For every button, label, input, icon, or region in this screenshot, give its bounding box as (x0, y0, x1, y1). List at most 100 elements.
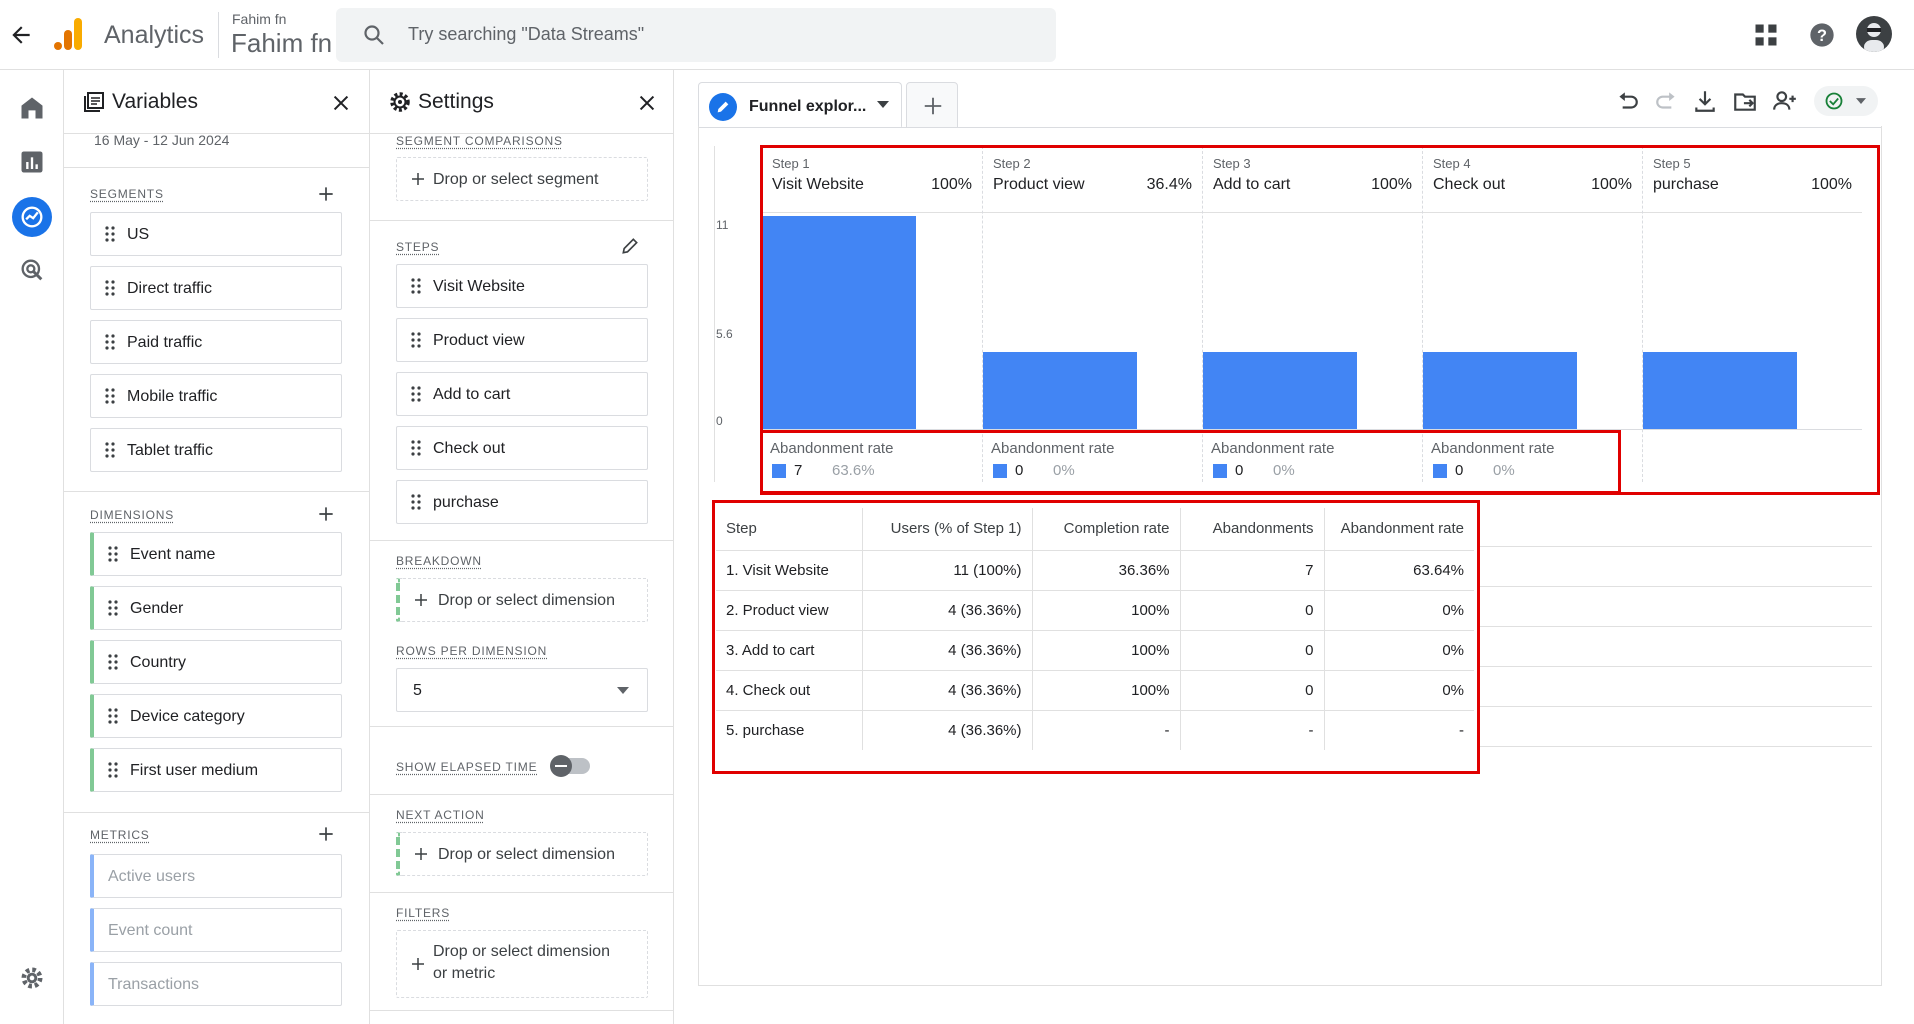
drag-handle-icon[interactable] (108, 708, 118, 724)
drag-handle-icon[interactable] (105, 388, 115, 404)
dimension-chip-label: Country (130, 654, 187, 671)
step-chip[interactable]: Product view (396, 318, 648, 362)
divider (64, 491, 369, 492)
drop-breakdown-dimension[interactable]: Drop or select dimension (396, 578, 648, 622)
segment-chip[interactable]: Direct traffic (90, 266, 342, 310)
drag-handle-icon[interactable] (108, 762, 118, 778)
add-dimension-plus-icon[interactable] (316, 504, 336, 524)
add-metric-plus-icon[interactable] (316, 824, 336, 844)
account-name-small[interactable]: Fahim fn (232, 11, 286, 27)
edit-steps-pencil-icon[interactable] (620, 236, 640, 256)
y-tick-label: 5.6 (716, 327, 733, 341)
rows-per-dimension-select[interactable]: 5 (396, 668, 648, 712)
drag-handle-icon[interactable] (105, 442, 115, 458)
drag-handle-icon[interactable] (108, 600, 118, 616)
tab-funnel-exploration[interactable]: Funnel explor... (698, 82, 902, 128)
show-elapsed-time-label: SHOW ELAPSED TIME (396, 760, 538, 774)
dimension-chip[interactable]: Event name (90, 532, 342, 576)
elapsed-time-toggle[interactable] (550, 755, 590, 777)
segment-chip[interactable]: Mobile traffic (90, 374, 342, 418)
rows-per-dimension-label: ROWS PER DIMENSION (396, 644, 548, 658)
metric-chip-label: Transactions (108, 976, 199, 993)
row-divider (1478, 666, 1872, 667)
step-chip-label: purchase (433, 494, 499, 511)
step-chip-label: Add to cart (433, 386, 511, 403)
drop-filter-target[interactable]: Drop or select dimension or metric (396, 930, 648, 998)
add-tab-button[interactable] (906, 82, 958, 128)
metric-chip[interactable]: Active users (90, 854, 342, 898)
step-chip[interactable]: Check out (396, 426, 648, 470)
add-segment-plus-icon[interactable] (316, 184, 336, 204)
step-chip[interactable]: Add to cart (396, 372, 648, 416)
drag-handle-icon[interactable] (411, 278, 421, 294)
drag-handle-icon[interactable] (105, 226, 115, 242)
y-axis-line (714, 146, 715, 482)
search-icon (364, 25, 384, 45)
next-action-label: NEXT ACTION (396, 808, 485, 822)
settings-panel: Settings SEGMENT COMPARISONS Drop or sel… (370, 70, 674, 1024)
back-arrow-icon[interactable] (8, 22, 34, 48)
share-add-user-icon[interactable] (1772, 88, 1798, 114)
step-chip[interactable]: Visit Website (396, 264, 648, 308)
date-range[interactable]: 16 May - 12 Jun 2024 (94, 132, 229, 148)
explore-nav-active[interactable] (12, 197, 52, 237)
help-icon[interactable]: ? (1808, 21, 1836, 49)
advertising-icon[interactable] (18, 256, 46, 284)
app-name: Analytics (104, 21, 205, 49)
metrics-label: METRICS (90, 828, 150, 842)
search-input[interactable]: Try searching "Data Streams" (336, 8, 1056, 62)
drag-handle-icon[interactable] (411, 332, 421, 348)
drag-handle-icon[interactable] (411, 386, 421, 402)
home-icon[interactable] (18, 94, 46, 122)
row-divider (1478, 546, 1872, 547)
metric-chip-label: Event count (108, 922, 193, 939)
status-check-button[interactable] (1814, 86, 1878, 116)
tab-label: Funnel explor... (749, 98, 867, 115)
drag-handle-icon[interactable] (105, 334, 115, 350)
divider (370, 220, 673, 221)
top-bar: Analytics Fahim fn Fahim fn Try searchin… (0, 0, 1914, 70)
reports-icon[interactable] (18, 148, 46, 176)
segment-chip[interactable]: Paid traffic (90, 320, 342, 364)
tab-dropdown-icon[interactable] (877, 101, 889, 109)
close-icon[interactable] (636, 92, 658, 114)
export-folder-icon[interactable] (1732, 88, 1758, 114)
edit-tab-button[interactable] (709, 93, 737, 121)
divider (370, 1010, 673, 1011)
dimension-chip[interactable]: Device category (90, 694, 342, 738)
drag-handle-icon[interactable] (105, 280, 115, 296)
drag-handle-icon[interactable] (411, 494, 421, 510)
divider (64, 812, 369, 813)
undo-icon[interactable] (1614, 88, 1640, 114)
dimension-chip-label: First user medium (130, 762, 259, 779)
download-icon[interactable] (1692, 88, 1718, 114)
divider (64, 167, 369, 168)
divider (370, 540, 673, 541)
drag-handle-icon[interactable] (108, 654, 118, 670)
metric-chip[interactable]: Transactions (90, 962, 342, 1006)
drag-handle-icon[interactable] (108, 546, 118, 562)
admin-gear-icon[interactable] (18, 964, 46, 992)
drop-segment-target[interactable]: Drop or select segment (396, 157, 648, 201)
metric-chip[interactable]: Event count (90, 908, 342, 952)
svg-text:?: ? (1817, 27, 1827, 45)
header-divider (218, 12, 219, 58)
segment-chip[interactable]: US (90, 212, 342, 256)
avatar[interactable] (1856, 16, 1892, 52)
property-name[interactable]: Fahim fn (231, 28, 332, 59)
drop-dimension-label: Drop or select dimension (438, 592, 615, 609)
settings-title: Settings (418, 90, 494, 113)
divider (370, 892, 673, 893)
segment-chip[interactable]: Tablet traffic (90, 428, 342, 472)
step-chip-label: Check out (433, 440, 506, 457)
apps-grid-icon[interactable] (1752, 21, 1780, 49)
dimension-chip[interactable]: First user medium (90, 748, 342, 792)
dimension-chip[interactable]: Gender (90, 586, 342, 630)
analytics-logo[interactable] (52, 16, 84, 52)
drop-next-action-dimension[interactable]: Drop or select dimension (396, 832, 648, 876)
drag-handle-icon[interactable] (411, 440, 421, 456)
dimension-chip[interactable]: Country (90, 640, 342, 684)
redo-icon[interactable] (1654, 88, 1680, 114)
step-chip[interactable]: purchase (396, 480, 648, 524)
close-icon[interactable] (330, 92, 352, 114)
